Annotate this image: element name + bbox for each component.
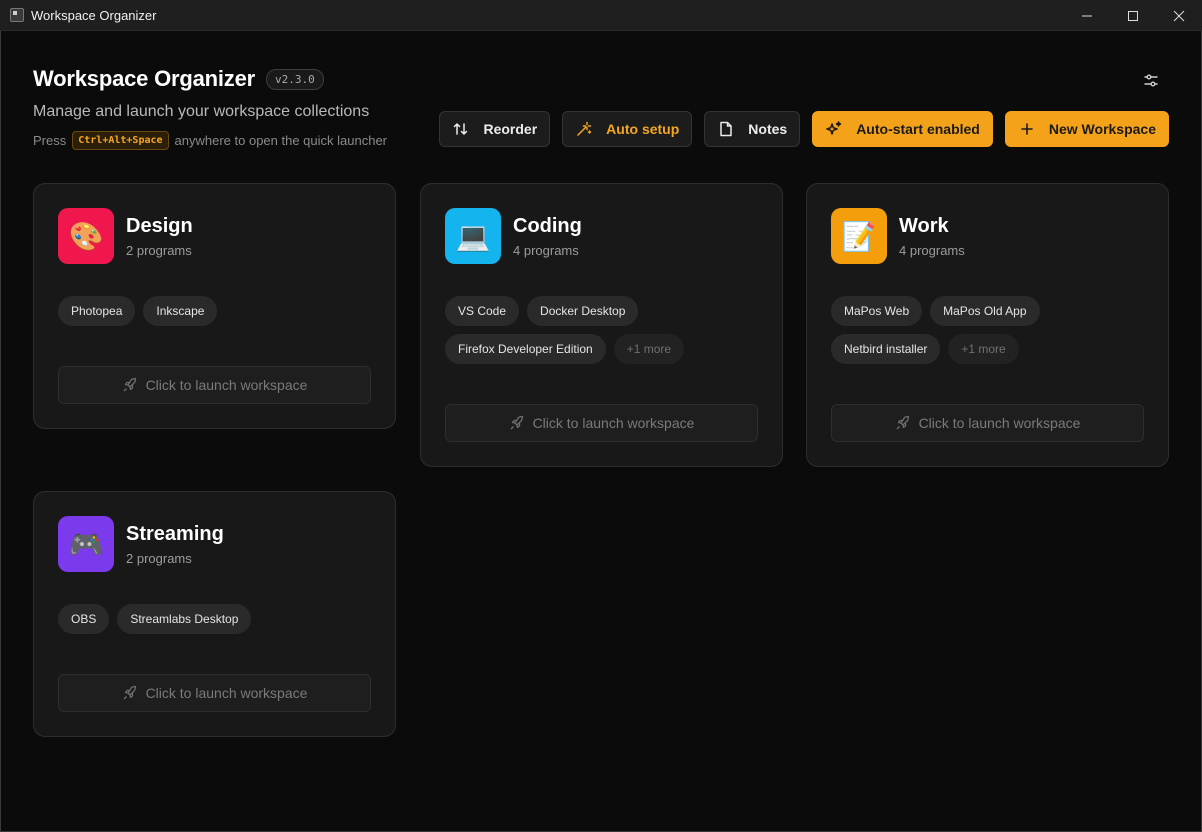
program-chip: Netbird installer <box>831 334 941 364</box>
program-chip: OBS <box>58 604 110 634</box>
launch-workspace-button[interactable]: Click to launch workspace <box>445 404 758 442</box>
window-title: Workspace Organizer <box>31 7 157 23</box>
workspace-name: Streaming <box>126 522 224 545</box>
workspace-card-streaming[interactable]: 🎮 Streaming 2 programs OBS Streamlabs De… <box>33 491 396 737</box>
launch-label: Click to launch workspace <box>145 685 308 701</box>
workspace-card-coding[interactable]: 💻 Coding 4 programs VS Code Docker Deskt… <box>420 183 783 467</box>
card-header: 📝 Work 4 programs <box>831 208 965 264</box>
memo-icon: 📝 <box>831 208 887 264</box>
gamepad-icon: 🎮 <box>58 516 114 572</box>
close-button[interactable] <box>1156 0 1202 31</box>
auto-setup-button[interactable]: Auto setup <box>562 111 693 147</box>
reorder-label: Reorder <box>483 121 538 137</box>
program-chips: Photopea Inkscape <box>58 296 378 326</box>
card-header: 🎨 Design 2 programs <box>58 208 193 264</box>
program-count: 4 programs <box>513 242 579 258</box>
card-header: 💻 Coding 4 programs <box>445 208 582 264</box>
rocket-icon <box>122 685 138 701</box>
maximize-button[interactable] <box>1110 0 1156 31</box>
autostart-button[interactable]: Auto-start enabled <box>812 111 993 147</box>
hint-suffix: anywhere to open the quick launcher <box>174 133 388 148</box>
program-count: 2 programs <box>126 242 192 258</box>
launch-workspace-button[interactable]: Click to launch workspace <box>58 674 371 712</box>
workspace-card-work[interactable]: 📝 Work 4 programs MaPos Web MaPos Old Ap… <box>806 183 1169 467</box>
magic-wand-icon <box>576 121 592 137</box>
shortcut-key: Ctrl+Alt+Space <box>72 131 169 150</box>
shortcut-hint: Press Ctrl+Alt+Space anywhere to open th… <box>33 131 387 150</box>
reorder-icon <box>453 121 469 137</box>
title-row: Workspace Organizer v2.3.0 <box>33 66 387 92</box>
program-count: 4 programs <box>899 242 965 258</box>
title-bar: Workspace Organizer <box>0 0 1202 31</box>
window-controls <box>1064 0 1202 31</box>
program-chips: VS Code Docker Desktop Firefox Developer… <box>445 296 765 364</box>
program-count: 2 programs <box>126 550 192 566</box>
program-chip: Firefox Developer Edition <box>445 334 606 364</box>
settings-sliders-icon[interactable] <box>1142 72 1160 90</box>
program-chip: Docker Desktop <box>527 296 639 326</box>
close-icon <box>1173 10 1185 21</box>
rocket-icon <box>895 415 911 431</box>
notes-button[interactable]: Notes <box>704 111 801 147</box>
program-chips: MaPos Web MaPos Old App Netbird installe… <box>831 296 1151 364</box>
launch-workspace-button[interactable]: Click to launch workspace <box>58 366 371 404</box>
workspace-name: Work <box>899 214 949 237</box>
page-title: Workspace Organizer <box>33 66 255 91</box>
program-chip: VS Code <box>445 296 520 326</box>
program-chips: OBS Streamlabs Desktop <box>58 604 378 634</box>
laptop-icon: 💻 <box>445 208 501 264</box>
program-chip: MaPos Old App <box>930 296 1040 326</box>
page-header: Workspace Organizer v2.3.0 Manage and la… <box>33 66 387 150</box>
workspace-name: Design <box>126 214 193 237</box>
new-workspace-button[interactable]: New Workspace <box>1004 111 1169 147</box>
launch-label: Click to launch workspace <box>145 377 308 393</box>
program-chip: MaPos Web <box>831 296 923 326</box>
document-icon <box>718 121 734 137</box>
card-header: 🎮 Streaming 2 programs <box>58 516 224 572</box>
version-badge: v2.3.0 <box>266 68 324 90</box>
program-chip: Inkscape <box>143 296 218 326</box>
auto-setup-label: Auto setup <box>606 121 680 137</box>
page-subtitle: Manage and launch your workspace collect… <box>33 103 370 120</box>
more-programs-chip[interactable]: +1 more <box>613 334 685 364</box>
card-meta: Streaming 2 programs <box>126 523 224 566</box>
workspace-card-design[interactable]: 🎨 Design 2 programs Photopea Inkscape Cl… <box>33 183 396 429</box>
card-meta: Coding 4 programs <box>513 215 582 258</box>
sparkles-icon <box>826 121 842 137</box>
minimize-icon <box>1082 15 1092 16</box>
hint-prefix: Press <box>33 133 67 148</box>
launch-label: Click to launch workspace <box>918 415 1081 431</box>
notes-label: Notes <box>748 121 788 137</box>
program-chip: Photopea <box>58 296 136 326</box>
rocket-icon <box>122 377 138 393</box>
app-icon <box>10 8 24 22</box>
toolbar: Reorder Auto setup Notes Auto-start enab… <box>439 111 1169 147</box>
launch-label: Click to launch workspace <box>532 415 695 431</box>
card-meta: Work 4 programs <box>899 215 965 258</box>
maximize-icon <box>1128 10 1138 21</box>
minimize-button[interactable] <box>1064 0 1110 31</box>
new-workspace-label: New Workspace <box>1048 121 1156 137</box>
card-meta: Design 2 programs <box>126 215 193 258</box>
more-programs-chip[interactable]: +1 more <box>948 334 1019 364</box>
rocket-icon <box>509 415 525 431</box>
launch-workspace-button[interactable]: Click to launch workspace <box>831 404 1144 442</box>
plus-icon <box>1019 121 1035 137</box>
autostart-label: Auto-start enabled <box>856 121 980 137</box>
program-chip: Streamlabs Desktop <box>117 604 252 634</box>
reorder-button[interactable]: Reorder <box>439 111 551 147</box>
workspace-name: Coding <box>513 214 582 237</box>
palette-icon: 🎨 <box>58 208 114 264</box>
